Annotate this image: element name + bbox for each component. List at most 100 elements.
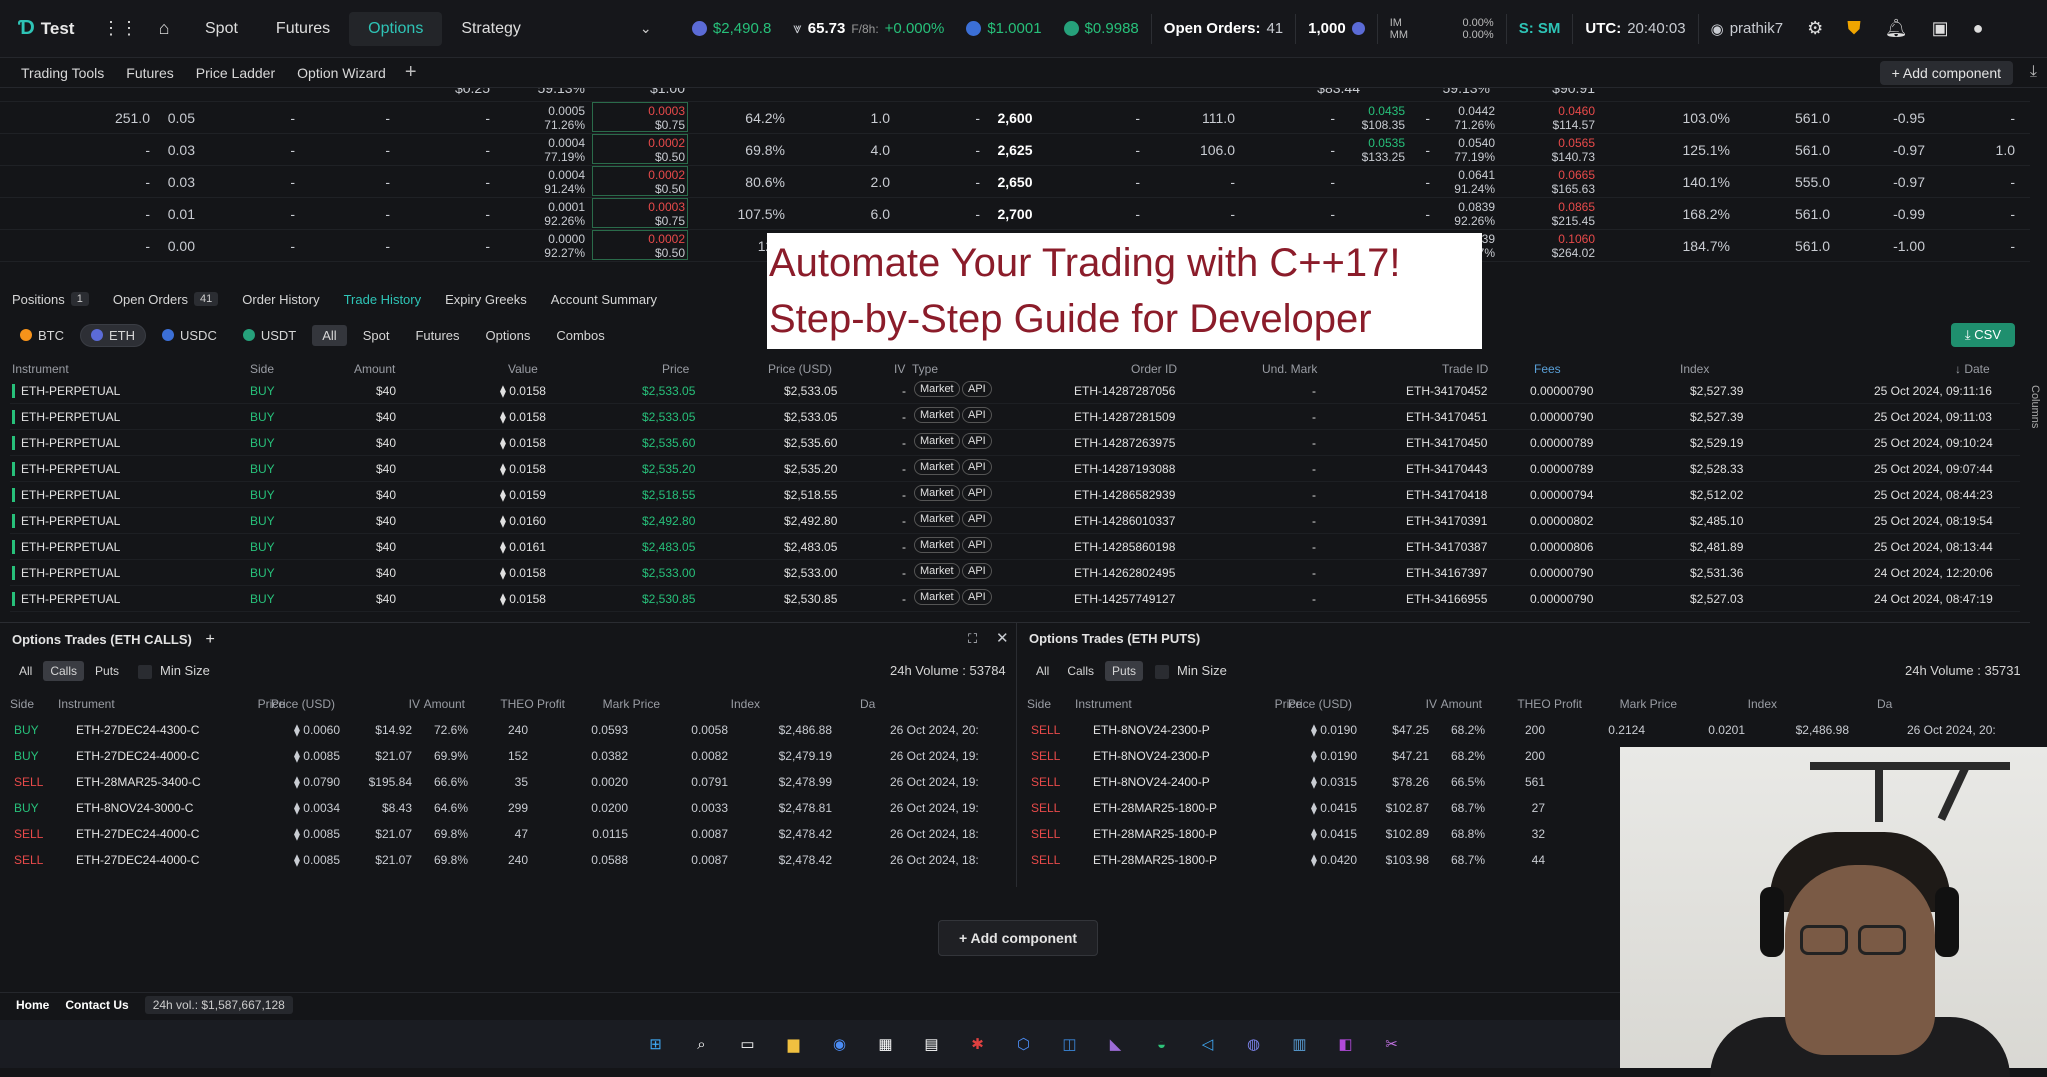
nav-futures[interactable]: Futures [257,12,349,46]
shield-icon[interactable]: ⛊ [1847,18,1861,39]
chain-cell-iv[interactable]: 64.2% [720,110,785,126]
chain-cell-bid_sz[interactable]: 251.0 [50,110,150,126]
onenote-icon[interactable]: ◧ [1333,1031,1359,1057]
footer-contact-link[interactable]: Contact Us [65,998,128,1012]
outlook-icon[interactable]: ◫ [1057,1031,1083,1057]
chain-cell-p1[interactable]: - [1085,174,1140,190]
min-size-toggle[interactable]: Min Size [1155,663,1227,679]
open-orders[interactable]: Open Orders: 41 [1164,20,1283,37]
chain-cell-piv[interactable]: 125.1% [1660,142,1730,158]
filter-usdc[interactable]: USDC [152,325,227,346]
seg-calls[interactable]: Calls [43,661,85,681]
table-row[interactable]: ETH-PERPETUAL BUY $40 ⧫ 0.0158 $2,533.05 $2,5… [10,378,2020,404]
chain-cell-ask[interactable]: 0.0002 $0.50 [620,136,685,164]
chain-cell-pdelta[interactable]: -0.95 [1860,110,1925,126]
chain-cell-p4[interactable]: - [1380,206,1430,222]
chain-cell-mark[interactable]: 0.0004 91.24% [520,168,585,196]
vscode-icon[interactable]: ◁ [1195,1031,1221,1057]
chain-cell-d[interactable]: - [930,110,980,126]
chain-cell-bid[interactable]: 0.03 [140,174,195,190]
chain-cell-pe[interactable]: - [1960,110,2015,126]
tab-positions[interactable]: Positions 1 [0,292,101,307]
col-iv[interactable]: IV [894,362,905,376]
chain-cell-b[interactable]: - [320,174,390,190]
chain-cell-c[interactable]: - [420,174,490,190]
chain-cell-p2[interactable]: 111.0 [1170,110,1235,126]
chain-cell-bid[interactable]: 0.05 [140,110,195,126]
add-component-button[interactable]: + Add component [1879,61,2013,85]
apps-grid-icon[interactable]: ⋮⋮ [98,18,142,39]
chain-cell-mark[interactable]: 0.0000 92.27% [520,232,585,260]
chain-cell-pbid[interactable]: 0.0435 $108.35 [1335,104,1405,132]
app-icon[interactable]: ✱ [965,1031,991,1057]
col-side[interactable]: Side [250,362,274,376]
trade-instrument[interactable]: ETH-PERPETUAL [12,540,120,554]
add-icon[interactable]: + [205,631,214,648]
chain-cell-poi[interactable]: 561.0 [1760,238,1830,254]
table-row[interactable]: ETH-PERPETUAL BUY $40 ⧫ 0.0160 $2,492.80 $2,4… [10,508,2020,534]
chain-cell-pe[interactable]: - [1960,206,2015,222]
filter-all[interactable]: All [312,324,347,346]
chain-cell-bid_sz[interactable]: - [50,206,150,222]
chain-row[interactable]: -0.03- - -80.6% 2.0- - - - -140.1% 555.0 -0.97-2,… [0,166,2030,198]
chain-cell-oi[interactable]: 4.0 [830,142,890,158]
bell-icon[interactable]: 🔔︎ [1885,18,1908,39]
trade-row[interactable]: SELL ETH-27DEC24-4000-C ⧫ 0.0085 $21.07 69.8… [0,821,990,847]
col-date[interactable]: ↓ Date [1955,362,1990,376]
col-header[interactable]: THEO Profit [500,697,565,711]
col-header[interactable]: Mark Price [1620,697,1677,711]
chain-cell-pmark[interactable]: 0.0839 92.26% [1425,200,1495,228]
file-explorer-icon[interactable]: ▆ [781,1031,807,1057]
col-price[interactable]: Price [662,362,689,376]
wallet-icon[interactable]: ▣ [1932,18,1949,39]
col-und-mark[interactable]: Und. Mark [1262,362,1317,376]
chain-cell-d[interactable]: - [930,206,980,222]
table-row[interactable]: ETH-PERPETUAL BUY $40 ⧫ 0.0158 $2,533.05 $2,5… [10,404,2020,430]
snipping-tool-icon[interactable]: ✂ [1379,1031,1405,1057]
filter-futures[interactable]: Futures [405,325,469,346]
chain-cell-a[interactable]: - [220,142,295,158]
col-index[interactable]: Index [1680,362,1709,376]
chain-cell-piv[interactable]: 140.1% [1660,174,1730,190]
chain-cell-p4[interactable]: - [1380,174,1430,190]
chain-cell-oi[interactable]: 6.0 [830,206,890,222]
chain-cell-bid[interactable]: 0.01 [140,206,195,222]
chain-cell-piv[interactable]: 184.7% [1660,238,1730,254]
tab-account-summary[interactable]: Account Summary [539,292,669,307]
chain-cell-pmark[interactable]: 0.0442 71.26% [1425,104,1495,132]
columns-toggle[interactable]: Columns [2029,385,2041,428]
col-header[interactable]: Index [1748,697,1777,711]
chain-row[interactable]: -0.01- - -107.5% 6.0- - - - -168.2% 561.0 -0.99-2… [0,198,2030,230]
chain-cell-ask[interactable]: 0.0003 $0.75 [620,104,685,132]
chain-cell-iv[interactable]: 80.6% [720,174,785,190]
chain-row[interactable]: -0.03- - -69.8% 4.0- -106.0- -125.1% 561.0 -0.9… [0,134,2030,166]
chain-cell-p3[interactable]: - [1270,206,1335,222]
nav-strategy[interactable]: Strategy [442,12,540,46]
chain-row[interactable]: 251.0 0.05 - - - 64.2% 1.0 - - 111.0 - - 103.0% 561.0… [0,102,2030,134]
chain-cell-c[interactable]: - [420,238,490,254]
chain-cell-pask[interactable]: 0.0565 $140.73 [1525,136,1595,164]
teams-icon[interactable]: ◍ [1241,1031,1267,1057]
chain-cell-bid[interactable]: 0.00 [140,238,195,254]
chain-cell-poi[interactable]: 561.0 [1760,142,1830,158]
filter-btc[interactable]: BTC [10,325,74,346]
checkbox[interactable] [1155,664,1169,679]
col-header[interactable]: Side [10,697,34,711]
chain-cell-p1[interactable]: - [1085,142,1140,158]
account-mode[interactable]: S: SM [1519,20,1561,37]
chain-cell-ask[interactable]: 0.0002 $0.50 [620,168,685,196]
table-row[interactable]: ETH-PERPETUAL BUY $40 ⧫ 0.0159 $2,518.55 $2,5… [10,482,2020,508]
chain-cell-b[interactable]: - [320,110,390,126]
chain-cell-pe[interactable]: - [1960,238,2015,254]
seg-all[interactable]: All [12,661,39,681]
tab-open-orders[interactable]: Open Orders 41 [101,292,230,307]
chain-cell-a[interactable]: - [220,206,295,222]
user-menu[interactable]: ◉ prathik7 [1711,20,1783,38]
app-icon[interactable]: ⬡ [1011,1031,1037,1057]
table-row[interactable]: ETH-PERPETUAL BUY $40 ⧫ 0.0158 $2,530.85 $2,5… [10,586,2020,612]
col-value[interactable]: Value [508,362,538,376]
trade-row[interactable]: SELL ETH-28MAR25-3400-C ⧫ 0.0790 $195.84 66.… [0,769,990,795]
chain-cell-oi[interactable]: 1.0 [830,110,890,126]
col-header[interactable]: Price (USD) [1288,697,1352,711]
edge-icon[interactable]: ◒ [1149,1031,1175,1057]
